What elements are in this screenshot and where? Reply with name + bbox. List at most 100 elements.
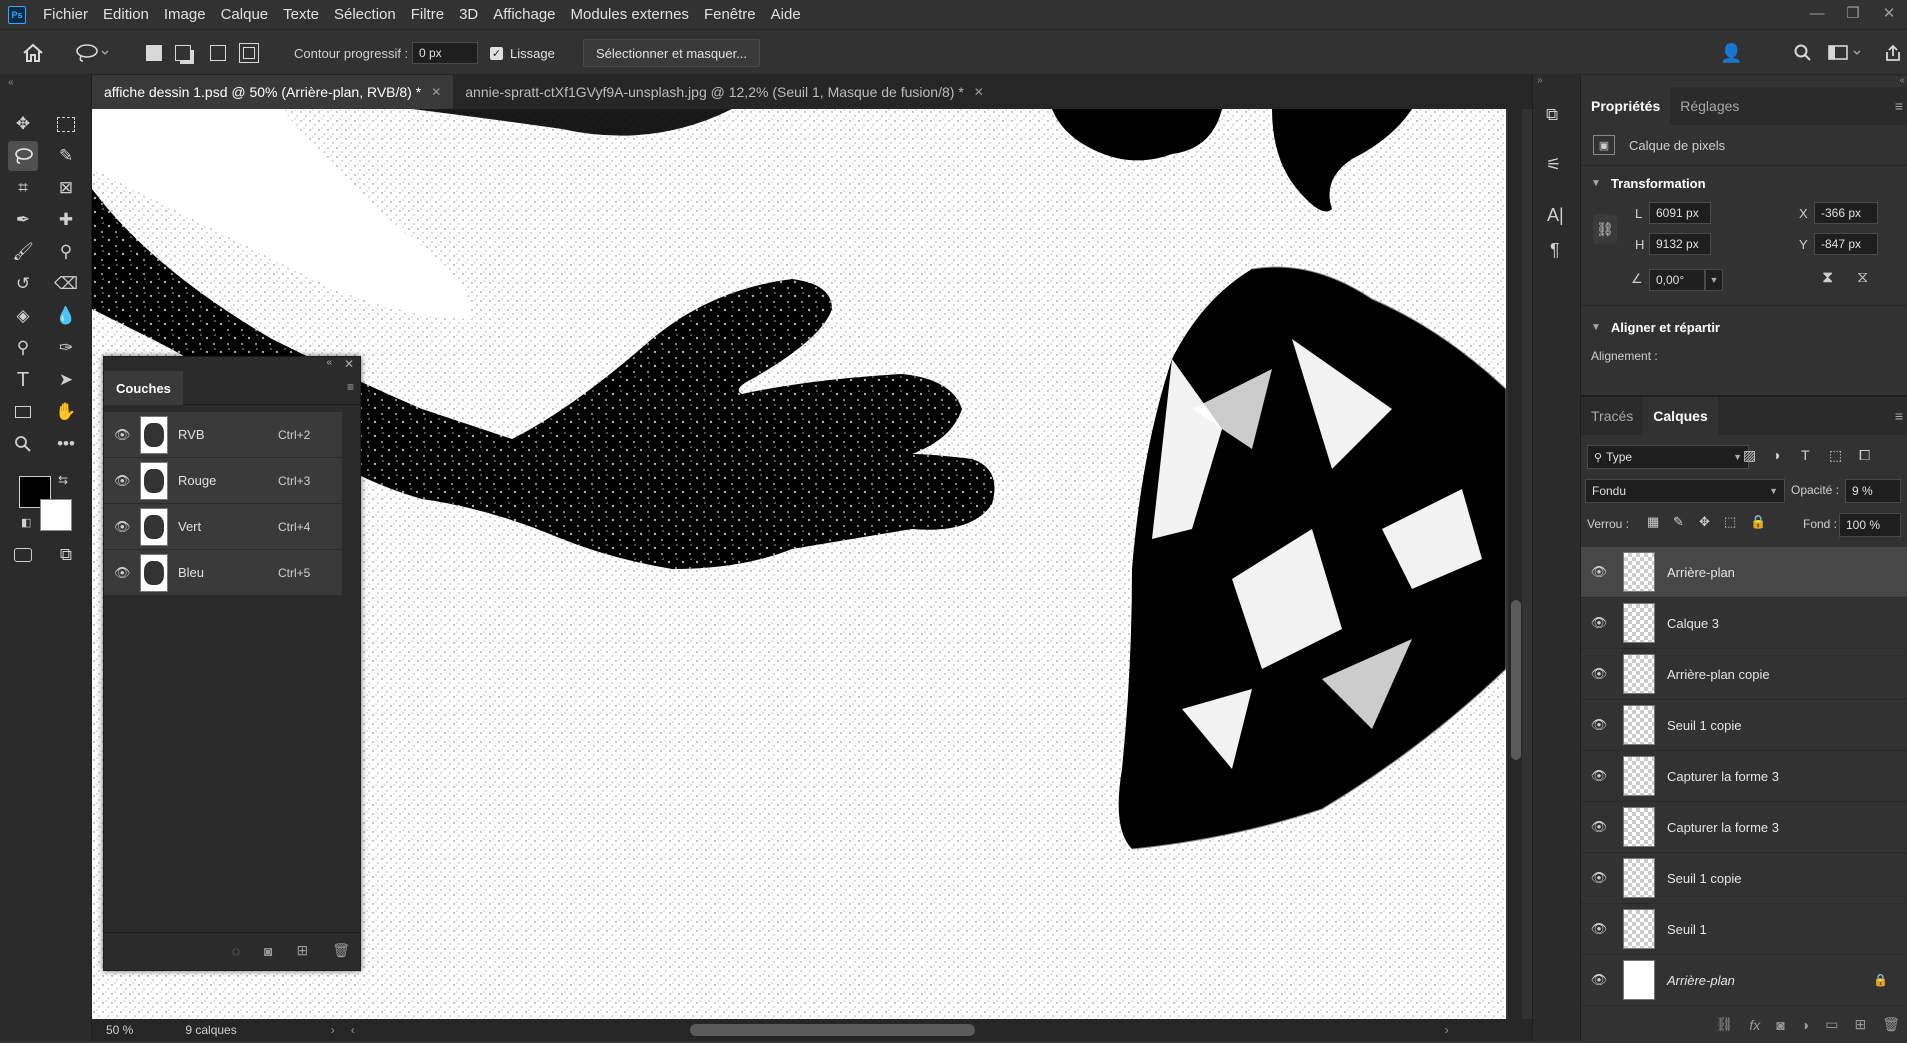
status-expand-icon[interactable]: › — [331, 1023, 335, 1037]
menu-filtre[interactable]: Filtre — [411, 6, 444, 23]
tab-annie-spratt[interactable]: annie-spratt-ctXf1GVyf9A-unsplash.jpg @ … — [453, 75, 996, 109]
height-input[interactable]: 9132 px — [1649, 233, 1711, 255]
expand-panels-icon[interactable]: » — [1537, 75, 1543, 86]
dodge-tool-icon[interactable]: ⚲ — [8, 333, 38, 363]
type-tool-icon[interactable]: T — [8, 365, 38, 395]
layer-row[interactable]: 👁 Capturer la forme 3 — [1581, 751, 1907, 802]
chevron-down-icon[interactable]: ▼ — [1591, 322, 1601, 333]
paint-bucket-tool-icon[interactable]: ◈ — [8, 301, 38, 331]
lasso-tool-preset-icon[interactable] — [75, 30, 109, 76]
width-input[interactable]: 6091 px — [1649, 202, 1711, 224]
menu-image[interactable]: Image — [164, 6, 206, 23]
channel-row-rouge[interactable]: 👁 Rouge Ctrl+3 — [104, 458, 342, 504]
zoom-level[interactable]: 50 % — [106, 1023, 133, 1037]
flip-vertical-icon[interactable]: ⧖ — [1857, 269, 1868, 287]
filter-type-icon[interactable]: T — [1801, 447, 1810, 463]
menu-selection[interactable]: Sélection — [334, 6, 396, 23]
channels-tab[interactable]: Couches — [104, 371, 183, 405]
eye-icon[interactable]: 👁 — [1589, 972, 1609, 988]
link-dimensions-icon[interactable]: ⛓ — [1593, 214, 1617, 244]
share-user-icon[interactable]: 👤 — [1720, 30, 1742, 76]
subtract-selection-icon[interactable] — [210, 30, 226, 76]
marquee-tool-icon[interactable] — [51, 109, 81, 139]
filter-pixel-icon[interactable]: ▨ — [1743, 447, 1756, 464]
layer-style-icon[interactable]: fx — [1749, 1017, 1760, 1033]
new-selection-icon[interactable] — [146, 30, 162, 76]
quick-mask-icon[interactable] — [8, 540, 38, 570]
opacity-input[interactable]: 9 % — [1845, 479, 1901, 503]
swap-colors-icon[interactable]: ⇆ — [58, 473, 68, 487]
save-selection-as-channel-icon[interactable]: ◙ — [264, 943, 272, 959]
panel-menu-icon[interactable]: ≡ — [1895, 408, 1903, 424]
lock-all-icon[interactable]: 🔒 — [1750, 514, 1766, 530]
menu-aide[interactable]: Aide — [771, 6, 801, 23]
panel-menu-icon[interactable]: ≡ — [1895, 98, 1903, 114]
layer-row[interactable]: 👁 Calque 3 — [1581, 598, 1907, 649]
eye-icon[interactable]: 👁 — [1589, 564, 1609, 580]
eye-icon[interactable]: 👁 — [114, 565, 131, 581]
eye-icon[interactable]: 👁 — [1589, 615, 1609, 631]
background-color-swatch[interactable] — [40, 499, 72, 531]
eye-icon[interactable]: 👁 — [114, 427, 131, 443]
feather-input[interactable]: 0 px — [412, 42, 478, 64]
layer-row[interactable]: 👁 Seuil 1 copie — [1581, 853, 1907, 904]
x-input[interactable]: -366 px — [1814, 202, 1878, 224]
collapse-right-panels-icon[interactable]: « — [1899, 75, 1905, 86]
layer-row[interactable]: 👁 Arrière-plan copie — [1581, 649, 1907, 700]
lasso-tool-icon[interactable] — [8, 141, 38, 171]
lock-artboard-icon[interactable]: ⬚ — [1724, 514, 1736, 530]
channel-row-bleu[interactable]: 👁 Bleu Ctrl+5 — [104, 550, 342, 596]
lock-position-icon[interactable]: ✥ — [1699, 514, 1710, 530]
intersect-selection-icon[interactable] — [239, 30, 259, 76]
eye-icon[interactable]: 👁 — [1589, 819, 1609, 835]
history-brush-tool-icon[interactable]: ↺ — [8, 269, 38, 299]
blend-mode-select[interactable]: Fondu ▼ — [1585, 479, 1785, 503]
smoothing-checkbox[interactable]: ✓ Lissage — [490, 30, 555, 76]
select-and-mask-button[interactable]: Sélectionner et masquer... — [583, 39, 761, 67]
lock-image-icon[interactable]: ✎ — [1673, 514, 1684, 530]
eye-icon[interactable]: 👁 — [1589, 666, 1609, 682]
menu-texte[interactable]: Texte — [283, 6, 319, 23]
screen-mode-icon[interactable]: ⧉ — [51, 540, 81, 570]
vertical-scroll-thumb[interactable] — [1511, 600, 1521, 760]
new-channel-icon[interactable]: ⊞ — [296, 942, 308, 959]
hand-tool-icon[interactable]: ✋ — [51, 397, 81, 427]
layer-row[interactable]: 👁 Arrière-plan — [1581, 547, 1907, 598]
eye-icon[interactable]: 👁 — [1589, 768, 1609, 784]
add-mask-icon[interactable]: ◙ — [1776, 1017, 1784, 1033]
angle-input[interactable]: 0,00° — [1649, 269, 1705, 291]
channel-row-rvb[interactable]: 👁 RVB Ctrl+2 — [104, 412, 342, 458]
menu-fichier[interactable]: Fichier — [43, 6, 88, 23]
adjustment-layer-icon[interactable]: ◑ — [1801, 1017, 1809, 1033]
close-tab-icon[interactable]: ✕ — [974, 85, 984, 99]
crop-tool-icon[interactable]: ⌗ — [8, 173, 38, 203]
fill-input[interactable]: 100 % — [1839, 513, 1901, 537]
menu-affichage[interactable]: Affichage — [493, 6, 555, 23]
eye-icon[interactable]: 👁 — [114, 473, 131, 489]
flip-horizontal-icon[interactable]: ⧗ — [1822, 269, 1833, 287]
add-selection-icon[interactable] — [175, 30, 191, 76]
eyedropper-tool-icon[interactable]: ✒ — [8, 205, 38, 235]
history-panel-icon[interactable]: ⧉ — [1546, 105, 1558, 125]
menu-modules-externes[interactable]: Modules externes — [571, 6, 689, 23]
more-tools-icon[interactable]: ••• — [51, 429, 81, 459]
pen-tool-icon[interactable]: ✑ — [51, 333, 81, 363]
close-icon[interactable]: ✕ — [1871, 0, 1907, 29]
menu-calque[interactable]: Calque — [221, 6, 269, 23]
quick-selection-tool-icon[interactable]: ✎ — [51, 141, 81, 171]
layer-row[interactable]: 👁 Capturer la forme 3 — [1581, 802, 1907, 853]
zoom-tool-icon[interactable] — [8, 429, 38, 459]
eye-icon[interactable]: 👁 — [114, 519, 131, 535]
angle-dropdown-icon[interactable]: ▼ — [1705, 269, 1723, 291]
channel-row-vert[interactable]: 👁 Vert Ctrl+4 — [104, 504, 342, 550]
tab-layers[interactable]: Calques — [1643, 397, 1718, 435]
eye-icon[interactable]: 👁 — [1589, 870, 1609, 886]
workspace-icon[interactable] — [1828, 30, 1862, 76]
layer-filter-select[interactable]: ⚲ Type ▼ — [1587, 445, 1749, 469]
horizontal-scroll-thumb[interactable] — [690, 1024, 975, 1036]
layer-row[interactable]: 👁 Seuil 1 — [1581, 904, 1907, 955]
delete-channel-icon[interactable]: 🗑 — [332, 942, 350, 959]
layer-row[interactable]: 👁 Arrière-plan 🔒 — [1581, 955, 1907, 1006]
filter-shape-icon[interactable]: ⬚ — [1829, 447, 1842, 464]
tab-affiche-dessin[interactable]: affiche dessin 1.psd @ 50% (Arrière-plan… — [92, 75, 454, 109]
